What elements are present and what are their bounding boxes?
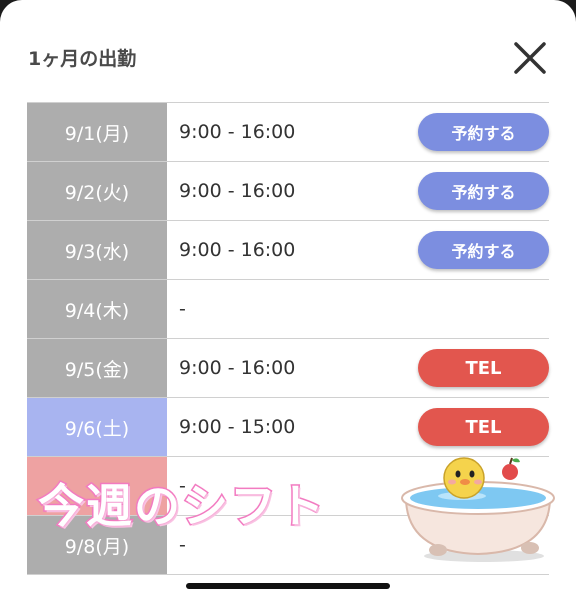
schedule-row: 9/1(月) 9:00 - 16:00 予約する: [27, 103, 549, 162]
tel-button[interactable]: TEL: [418, 349, 549, 387]
schedule-time: 9:00 - 16:00: [179, 180, 296, 202]
reserve-button[interactable]: 予約する: [418, 231, 549, 269]
schedule-date: 9/5(金): [27, 339, 167, 397]
schedule-time: 9:00 - 16:00: [179, 121, 296, 143]
reserve-button[interactable]: 予約する: [418, 172, 549, 210]
schedule-row: 9/6(土) 9:00 - 15:00 TEL: [27, 398, 549, 457]
schedule-time: -: [179, 298, 186, 320]
schedule-date: 9/2(火): [27, 162, 167, 220]
weekly-shift-banner: 今週のシフト: [37, 478, 326, 535]
schedule-date: 9/6(土): [27, 398, 167, 456]
schedule-date: 9/4(木): [27, 280, 167, 338]
home-indicator: [186, 583, 390, 589]
schedule-row: 9/2(火) 9:00 - 16:00 予約する: [27, 162, 549, 221]
modal-title: 1ヶ月の出勤: [28, 48, 137, 70]
schedule-time: 9:00 - 16:00: [179, 239, 296, 261]
bathtub-mascot-icon: [398, 452, 558, 564]
tel-button[interactable]: TEL: [418, 408, 549, 446]
schedule-time: 9:00 - 15:00: [179, 416, 296, 438]
schedule-row: 9/3(水) 9:00 - 16:00 予約する: [27, 221, 549, 280]
schedule-row: 9/5(金) 9:00 - 16:00 TEL: [27, 339, 549, 398]
schedule-modal: 1ヶ月の出勤 9/1(月) 9:00 - 16:00 予約する 9/2(火) 9…: [0, 0, 576, 601]
schedule-date: 9/1(月): [27, 103, 167, 161]
schedule-date: 9/3(水): [27, 221, 167, 279]
schedule-row: 9/4(木) -: [27, 280, 549, 339]
reserve-button[interactable]: 予約する: [418, 113, 549, 151]
schedule-time: -: [179, 534, 186, 556]
schedule-time: 9:00 - 16:00: [179, 357, 296, 379]
close-icon[interactable]: [510, 38, 550, 78]
